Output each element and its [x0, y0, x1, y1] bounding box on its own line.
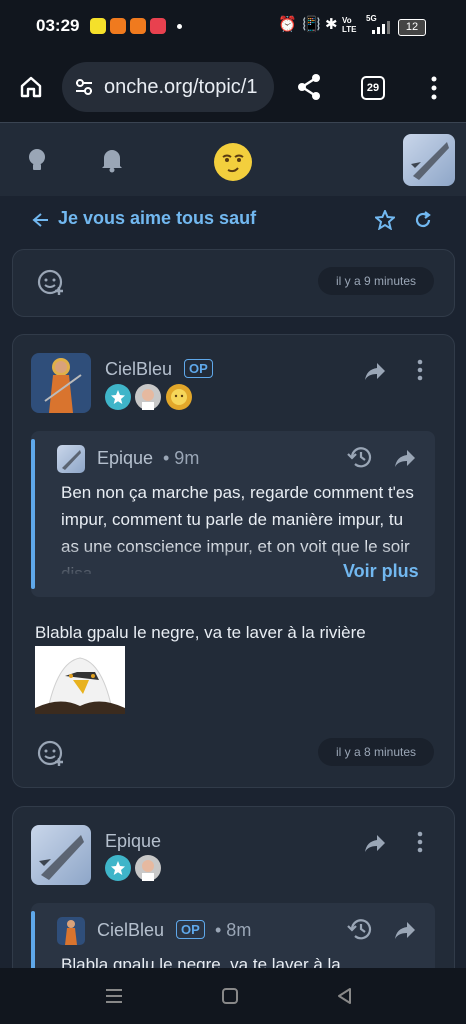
quote-time: • 8m [215, 920, 252, 940]
status-time: 03:29 [36, 16, 80, 35]
lightbulb-icon[interactable] [26, 147, 48, 173]
alarm-icon: ⏰ [278, 16, 297, 33]
status-bar: 03:29 ⏰ 📳 ✱ Vo LTE 5G 12 [0, 0, 466, 52]
badge-avatar-icon [135, 855, 161, 881]
add-reaction-icon[interactable] [37, 739, 67, 769]
share-icon[interactable] [296, 73, 322, 101]
back-nav-icon[interactable] [336, 987, 354, 1005]
post-timestamp: il y a 8 minutes [318, 738, 434, 766]
badge-star-icon [105, 855, 131, 881]
volte-icon: Vo LTE [342, 16, 357, 34]
url-text[interactable]: onche.org/topic/1 [104, 76, 270, 99]
vibrate-icon: 📳 [302, 16, 321, 33]
post-card-cielbleu: CielBleu OP Epique • 9m Ben non ça march… [12, 334, 455, 788]
quote-share-icon[interactable] [393, 448, 417, 468]
app-header [0, 122, 466, 197]
tab-switcher-button[interactable]: 29 [361, 76, 385, 100]
refresh-icon[interactable] [414, 211, 432, 229]
signal-icon [370, 20, 392, 34]
user-avatar[interactable] [403, 134, 455, 186]
battery-icon: 12 [398, 19, 426, 36]
post-card-previous: il y a 9 minutes [12, 249, 455, 317]
history-icon[interactable] [347, 445, 373, 469]
author-avatar[interactable] [31, 825, 91, 885]
bluetooth-icon: ✱ [325, 16, 338, 33]
quote-bar [31, 439, 35, 589]
quote-author-avatar[interactable] [57, 445, 85, 473]
home-nav-icon[interactable] [221, 987, 239, 1005]
history-icon[interactable] [347, 917, 373, 941]
quoted-post[interactable]: Epique • 9m Ben non ça marche pas, regar… [31, 431, 435, 597]
author-name[interactable]: CielBleu [105, 359, 172, 380]
topic-title[interactable]: Je vous aime tous sauf [58, 208, 256, 229]
star-icon[interactable] [375, 210, 395, 230]
quote-time: • 9m [163, 448, 200, 468]
post-menu-icon[interactable] [416, 831, 424, 853]
post-menu-icon[interactable] [416, 359, 424, 381]
author-avatar[interactable] [31, 353, 91, 413]
quote-author[interactable]: CielBleu [97, 920, 164, 941]
op-badge: OP [176, 920, 205, 939]
snapchat-icon [90, 18, 106, 34]
see-more-link[interactable]: Voir plus [343, 561, 419, 582]
quote-author-avatar[interactable] [57, 917, 85, 945]
notification-bell-icon[interactable] [100, 147, 124, 173]
op-badge: OP [184, 359, 213, 378]
app-notification-icon [110, 18, 126, 34]
home-icon[interactable] [18, 74, 44, 100]
badge-avatar-icon [135, 384, 161, 410]
more-notifications-dot [177, 24, 182, 29]
system-navigation-bar [0, 968, 466, 1024]
music-icon [150, 18, 166, 34]
add-reaction-icon[interactable] [37, 268, 67, 298]
author-name[interactable]: Epique [105, 831, 161, 852]
smiley-logo-icon[interactable] [212, 141, 254, 183]
quote-share-icon[interactable] [393, 920, 417, 940]
badge-smiley-icon [166, 384, 192, 410]
post-timestamp: il y a 9 minutes [318, 267, 434, 295]
topic-title-bar: Je vous aime tous sauf [0, 196, 466, 246]
share-post-icon[interactable] [363, 361, 387, 381]
share-post-icon[interactable] [363, 833, 387, 853]
app-notification-icon [130, 18, 146, 34]
site-settings-icon[interactable] [74, 78, 94, 96]
recent-apps-icon[interactable] [104, 987, 124, 1005]
browser-menu-icon[interactable] [430, 76, 438, 100]
post-body-text: Blabla gpalu le negre, va te laver à la … [35, 623, 366, 642]
eagle-image[interactable] [35, 646, 125, 714]
browser-toolbar: onche.org/topic/1 29 [0, 52, 466, 122]
quote-author[interactable]: Epique [97, 448, 153, 469]
badge-star-icon [105, 384, 131, 410]
back-arrow-icon[interactable] [32, 212, 50, 228]
